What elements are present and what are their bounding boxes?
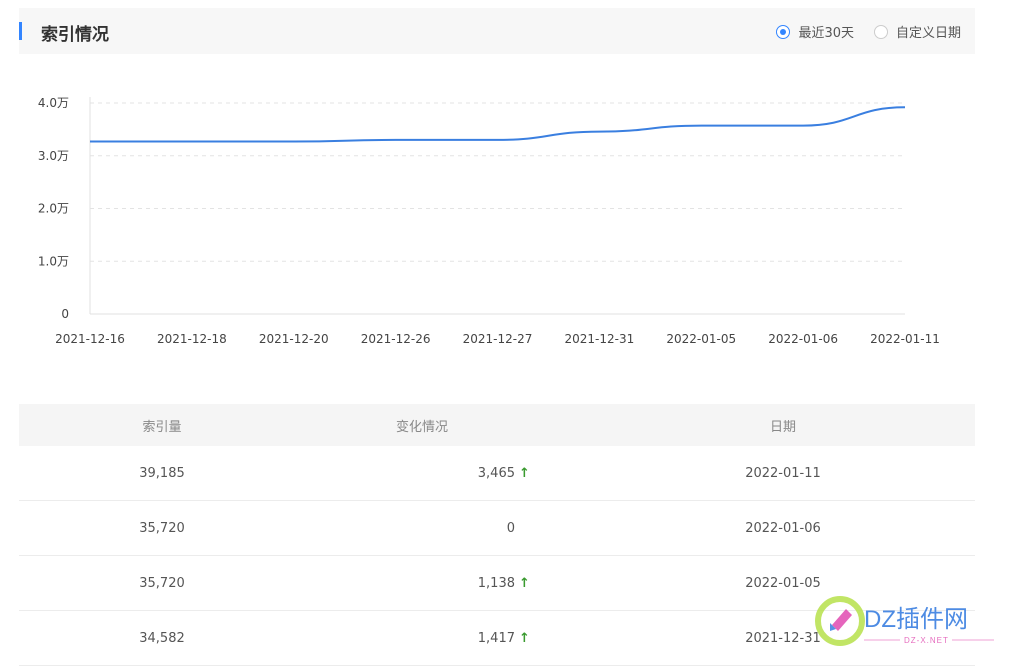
cell-date: 2022-01-05	[687, 576, 879, 591]
x-tick-label: 2021-12-20	[259, 332, 329, 346]
y-tick-label: 3.0万	[38, 149, 69, 163]
change-value: 3,465	[478, 466, 515, 481]
header-date: 日期	[687, 416, 879, 435]
x-tick-label: 2022-01-06	[768, 332, 838, 346]
x-tick-label: 2021-12-18	[157, 332, 227, 346]
table-header-row: 索引量 变化情况 日期	[19, 404, 975, 446]
date-range-selector: 最近30天 自定义日期	[776, 22, 961, 41]
cell-change: 3,465 ↑	[305, 466, 529, 481]
radio-recent-30-days[interactable]: 最近30天	[776, 22, 854, 41]
change-value: 1,417	[478, 631, 515, 646]
header-change: 变化情况	[315, 416, 529, 435]
cell-index-count: 34,582	[19, 631, 305, 646]
table-row: 39,185 3,465 ↑ 2022-01-11	[19, 446, 975, 501]
x-tick-label: 2022-01-11	[870, 332, 940, 346]
section-title: 索引情况	[41, 20, 109, 45]
radio-unchecked-icon	[874, 25, 888, 39]
arrow-up-icon: ↑	[519, 466, 529, 481]
change-value: 0	[507, 521, 515, 536]
x-tick-label: 2021-12-27	[463, 332, 533, 346]
y-tick-label: 2.0万	[38, 202, 69, 216]
cell-date: 2022-01-11	[687, 466, 879, 481]
y-tick-label: 0	[61, 307, 69, 321]
change-value: 1,138	[478, 576, 515, 591]
x-tick-label: 2021-12-16	[55, 332, 125, 346]
cell-change: 0	[305, 521, 529, 536]
radio-custom-date[interactable]: 自定义日期	[874, 22, 961, 41]
arrow-up-icon: ↑	[519, 576, 529, 591]
cell-change: 1,417 ↑	[305, 631, 529, 646]
arrow-up-icon: ↑	[519, 631, 529, 646]
radio-label: 最近30天	[798, 22, 854, 41]
y-tick-label: 1.0万	[38, 254, 69, 268]
cell-index-count: 39,185	[19, 466, 305, 481]
dz-watermark-logo: DZ插件网 DZ-X.NET	[812, 595, 1002, 650]
cell-date: 2022-01-06	[687, 521, 879, 536]
section-header: 索引情况 最近30天 自定义日期	[19, 8, 975, 54]
radio-checked-icon	[776, 25, 790, 39]
svg-text:DZ-X.NET: DZ-X.NET	[904, 636, 949, 645]
x-tick-label: 2022-01-05	[666, 332, 736, 346]
y-tick-label: 4.0万	[38, 96, 69, 110]
section-accent-bar	[19, 22, 22, 40]
cell-index-count: 35,720	[19, 521, 305, 536]
table-row: 35,720 0 2022-01-06	[19, 501, 975, 556]
radio-label: 自定义日期	[896, 22, 961, 41]
cell-index-count: 35,720	[19, 576, 305, 591]
cell-change: 1,138 ↑	[305, 576, 529, 591]
header-index-count: 索引量	[19, 416, 305, 435]
svg-text:DZ插件网: DZ插件网	[864, 606, 968, 633]
index-line-chart: 0 1.0万 2.0万 3.0万 4.0万 2021-12-16 2021-12-18 202…	[0, 80, 1013, 370]
series-line	[90, 107, 905, 141]
x-tick-label: 2021-12-26	[361, 332, 431, 346]
x-tick-label: 2021-12-31	[565, 332, 635, 346]
